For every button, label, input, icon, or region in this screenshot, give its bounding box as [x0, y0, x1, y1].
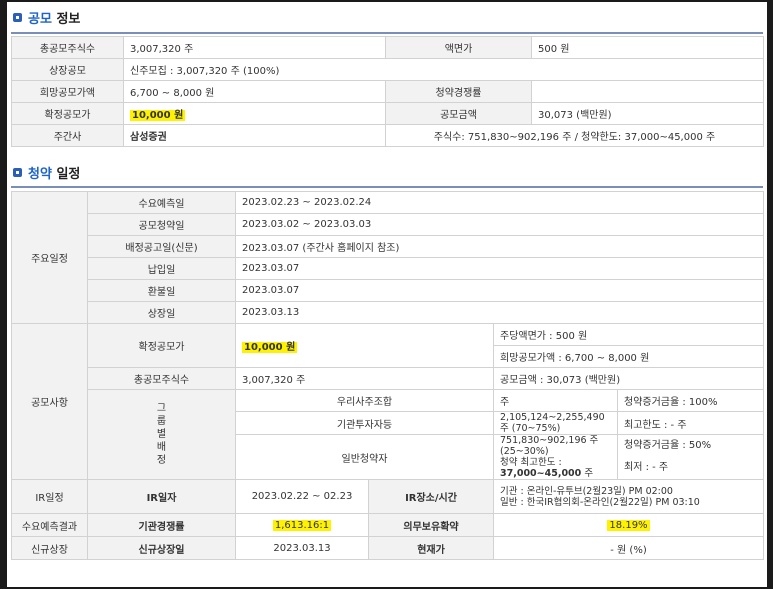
- table-row: 상장일 2023.03.13: [12, 301, 764, 324]
- section-title-subscription: 청약 일정: [13, 162, 80, 182]
- table-cell: 환불일: [87, 279, 236, 302]
- table-cell: 청약증거금율 : 50% 최저 : - 주: [617, 434, 764, 480]
- table-cell: [531, 80, 764, 103]
- offering-info-table: 총공모주식수 3,007,320 주 액면가 500 원 상장공모 신주모집 :…: [11, 36, 764, 147]
- table-row: 수요예측결과 기관경쟁률 1,613.16:1 의무보유확약 18.19%: [11, 513, 764, 537]
- table-cell: 신규상장: [11, 536, 88, 560]
- competition-rate-value: 1,613.16:1: [272, 519, 332, 531]
- table-cell: 18.19%: [493, 513, 764, 537]
- lockup-rate-value: 18.19%: [607, 519, 650, 531]
- table-cell: 751,830~902,196 주 (25~30%) 청약 최고한도 :37,0…: [493, 434, 618, 480]
- table-row: 신규상장 신규상장일 2023.03.13 현재가 - 원 (%): [11, 536, 764, 560]
- table-cell: 우리사주조합: [235, 389, 494, 412]
- table-cell: 기관 : 온라인-유투브(2월23일) PM 02:00 일반 : 한국IR협의…: [493, 479, 764, 514]
- table-cell: 1,613.16:1: [235, 513, 369, 537]
- table-cell: 30,073 (백만원): [531, 102, 764, 125]
- table-cell: 수요예측결과: [11, 513, 88, 537]
- table-cell: 기관경쟁률: [87, 513, 236, 537]
- table-cell: 기관투자자등: [235, 411, 494, 435]
- table-cell: IR일정: [11, 479, 88, 514]
- subscription-schedule-table: 주요일정 수요예측일 2023.02.23 ~ 2023.02.24 공모청약일…: [11, 191, 764, 560]
- table-cell: 주요일정: [11, 191, 88, 324]
- table-cell: 청약경쟁률: [385, 80, 532, 103]
- section-bullet-icon: [13, 12, 22, 22]
- table-cell: 주당액면가 : 500 원: [493, 323, 764, 346]
- fixed-price-value: 10,000 원: [242, 342, 298, 353]
- underwriter-name: 삼성증권: [123, 124, 386, 147]
- table-cell: 신주모집 : 3,007,320 주 (100%): [123, 58, 764, 81]
- table-cell: 3,007,320 주: [235, 367, 494, 390]
- table-row: 그룹별배정 우리사주조합 주 청약증거금율 : 100%: [12, 389, 764, 480]
- table-row: 주간사 삼성증권 주식수: 751,830~902,196 주 / 청약한도: …: [11, 124, 764, 147]
- table-cell: 상장일: [87, 301, 236, 324]
- table-cell: 상장공모: [11, 58, 124, 81]
- fixed-price-value: 10,000 원: [130, 110, 186, 121]
- table-row: 환불일 2023.03.07: [12, 279, 764, 302]
- table-cell: 신규상장일: [87, 536, 236, 560]
- table-cell: 2023.02.22 ~ 02.23: [235, 479, 369, 514]
- table-cell: 2023.03.02 ~ 2023.03.03: [235, 213, 764, 236]
- table-cell: 주식수: 751,830~902,196 주 / 청약한도: 37,000~45…: [385, 124, 764, 147]
- table-cell: 3,007,320 주: [123, 36, 386, 59]
- table-row: 희망공모가액 6,700 ~ 8,000 원 청약경쟁률: [11, 80, 764, 103]
- table-cell: - 원 (%): [493, 536, 764, 560]
- table-cell: 배정공고일(신문): [87, 235, 236, 258]
- table-cell: 공모금액: [385, 102, 532, 125]
- table-cell: 희망공모가액: [11, 80, 124, 103]
- table-cell: 공모청약일: [87, 213, 236, 236]
- table-row: 총공모주식수 3,007,320 주 액면가 500 원: [11, 36, 764, 59]
- table-cell: 일반청약자: [235, 434, 494, 480]
- table-cell: 청약증거금율 : 100%: [617, 389, 764, 412]
- table-cell: 최고한도 : - 주: [617, 411, 764, 435]
- table-cell: 주: [493, 389, 618, 412]
- section-divider: [11, 186, 763, 188]
- table-cell: 의무보유확약: [368, 513, 494, 537]
- table-cell: 2023.03.07 (주간사 홈페이지 참조): [235, 235, 764, 258]
- table-cell: 희망공모가액 : 6,700 ~ 8,000 원: [493, 345, 764, 368]
- table-row: 확정공모가 10,000 원 공모금액 30,073 (백만원): [11, 102, 764, 125]
- table-cell: 2023.03.13: [235, 536, 369, 560]
- table-row: IR일정 IR일자 2023.02.22 ~ 02.23 IR장소/시간 기관 …: [11, 479, 764, 514]
- table-row: 주요일정 수요예측일 2023.02.23 ~ 2023.02.24: [11, 191, 764, 324]
- section-bullet-icon: [13, 167, 22, 177]
- table-cell: 2023.03.07: [235, 257, 764, 280]
- allocation-group-label: 그룹별배정: [87, 389, 236, 480]
- table-row: 상장공모 신주모집 : 3,007,320 주 (100%): [11, 58, 764, 81]
- table-row: 총공모주식수 3,007,320 주 공모금액 : 30,073 (백만원): [12, 367, 764, 390]
- table-cell: 수요예측일: [87, 191, 236, 214]
- table-cell: 500 원: [531, 36, 764, 59]
- section-title-offering: 공모 정보: [13, 7, 80, 27]
- table-cell: 10,000 원: [123, 102, 386, 125]
- table-cell: 액면가: [385, 36, 532, 59]
- table-cell: 확정공모가: [11, 102, 124, 125]
- table-cell: 2,105,124~2,255,490 주 (70~75%): [493, 411, 618, 435]
- table-cell: 확정공모가: [87, 323, 236, 368]
- table-cell: 총공모주식수: [87, 367, 236, 390]
- table-row: 공모청약일 2023.03.02 ~ 2023.03.03: [12, 213, 764, 236]
- table-cell: 총공모주식수: [11, 36, 124, 59]
- table-cell: 2023.03.13: [235, 301, 764, 324]
- table-cell: 납입일: [87, 257, 236, 280]
- table-cell: 주간사: [11, 124, 124, 147]
- table-row: 공모사항 확정공모가 10,000 원 주당액면가 : 500 원: [11, 323, 764, 480]
- table-cell: 6,700 ~ 8,000 원: [123, 80, 386, 103]
- table-cell: 현재가: [368, 536, 494, 560]
- page: 공모 정보 총공모주식수 3,007,320 주 액면가 500 원 상장공모 …: [7, 2, 767, 587]
- table-cell: IR장소/시간: [368, 479, 494, 514]
- section-divider: [11, 32, 763, 34]
- table-cell: 공모사항: [11, 323, 88, 480]
- table-row: 배정공고일(신문) 2023.03.07 (주간사 홈페이지 참조): [12, 235, 764, 258]
- table-cell: IR일자: [87, 479, 236, 514]
- table-cell: 공모금액 : 30,073 (백만원): [493, 367, 764, 390]
- table-row: 납입일 2023.03.07: [12, 257, 764, 280]
- table-cell: 2023.02.23 ~ 2023.02.24: [235, 191, 764, 214]
- table-cell: 10,000 원: [235, 323, 494, 368]
- table-cell: 2023.03.07: [235, 279, 764, 302]
